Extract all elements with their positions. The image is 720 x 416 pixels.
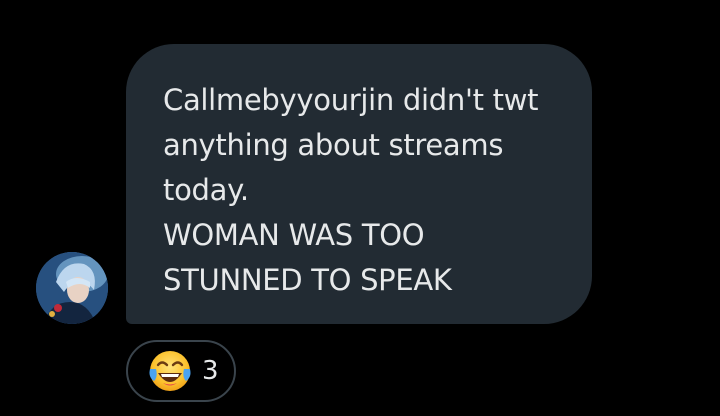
message-line: WOMAN WAS TOO: [163, 218, 425, 252]
reaction-pill[interactable]: 3: [126, 340, 236, 402]
message-line: Callmebyyourjin didn't twt: [163, 83, 539, 117]
message-line: STUNNED TO SPEAK: [163, 263, 452, 297]
face-with-tears-of-joy-icon: [149, 351, 191, 391]
avatar-image: [36, 252, 108, 324]
message-bubble[interactable]: Callmebyyourjin didn't twt anything abou…: [126, 44, 592, 324]
message-line: anything about streams: [163, 128, 504, 162]
message-line: today.: [163, 173, 249, 207]
reaction-count: 3: [202, 356, 219, 386]
avatar[interactable]: [36, 252, 108, 324]
